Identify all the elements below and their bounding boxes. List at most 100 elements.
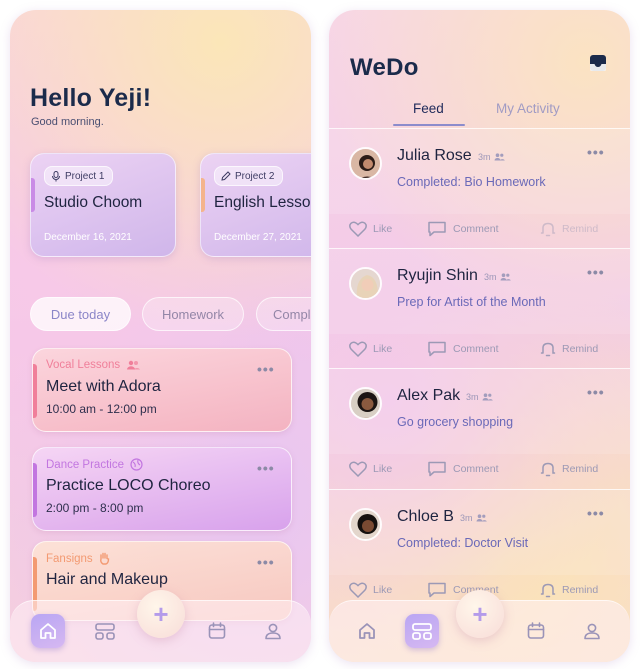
add-button[interactable]: +: [137, 590, 185, 638]
avatar[interactable]: [349, 508, 382, 541]
like-button[interactable]: Like: [349, 582, 392, 598]
tab-feed[interactable]: Feed: [413, 101, 444, 116]
like-button[interactable]: Like: [349, 341, 392, 357]
task-title: Meet with Adora: [46, 378, 161, 395]
task-category-label: Dance Practice: [46, 458, 124, 471]
home-icon: [359, 623, 375, 639]
tab-dashboard[interactable]: [405, 614, 439, 648]
post-meta: 3m: [478, 152, 505, 162]
avatar[interactable]: [349, 387, 382, 420]
tab-my-activity[interactable]: My Activity: [496, 101, 560, 116]
remind-button[interactable]: Remind: [540, 221, 598, 237]
comment-button[interactable]: Comment: [427, 221, 499, 237]
post-author[interactable]: Alex Pak: [397, 387, 460, 405]
feed-screen: WeDo Feed My Activity Julia Rose 3m Comp…: [329, 10, 630, 662]
post-time: 3m: [484, 272, 497, 282]
post-time: 3m: [466, 392, 479, 402]
comment-icon: [428, 341, 446, 357]
filter-chip-homework[interactable]: Homework: [142, 297, 244, 331]
task-category: Dance Practice: [46, 458, 143, 471]
more-options-icon[interactable]: •••: [587, 145, 605, 159]
calendar-icon: [208, 622, 226, 639]
project-tag: Project 2: [214, 166, 284, 186]
tab-home[interactable]: [31, 614, 65, 648]
inbox-icon[interactable]: [589, 54, 607, 72]
tab-calendar[interactable]: [200, 614, 234, 648]
bell-icon: [540, 583, 556, 598]
heart-icon: [349, 582, 367, 598]
hand-icon: [99, 552, 109, 565]
project-card[interactable]: Project 1 Studio Choom December 16, 2021: [30, 153, 176, 257]
task-category: Vocal Lessons: [46, 359, 141, 371]
post-text: Prep for Artist of the Month: [397, 295, 546, 309]
dashboard-icon: [412, 623, 432, 640]
globe-icon: [130, 458, 143, 471]
post-text: Completed: Doctor Visit: [397, 536, 529, 550]
more-options-icon[interactable]: •••: [257, 461, 275, 475]
post-actions: Like Comment Remind: [329, 217, 630, 243]
more-options-icon[interactable]: •••: [587, 385, 605, 399]
post-actions: Like Comment Remind: [329, 337, 630, 363]
task-time: 2:00 pm - 8:00 pm: [46, 501, 144, 515]
comment-icon: [428, 221, 446, 237]
heart-icon: [349, 341, 367, 357]
comment-icon: [428, 582, 446, 598]
post-text: Go grocery shopping: [397, 415, 514, 429]
project-tag-label: Project 1: [65, 170, 105, 182]
task-card[interactable]: Vocal Lessons Meet with Adora 10:00 am -…: [32, 348, 292, 432]
more-options-icon[interactable]: •••: [257, 362, 275, 376]
comment-button[interactable]: Comment: [427, 461, 499, 477]
tab-home[interactable]: [350, 614, 384, 648]
post-actions: Like Comment Remind: [329, 457, 630, 483]
filter-chip-due-today[interactable]: Due today: [30, 297, 131, 331]
remind-button[interactable]: Remind: [540, 461, 598, 477]
project-title: Studio Choom: [44, 194, 143, 211]
group-icon: [127, 360, 141, 370]
like-button[interactable]: Like: [349, 221, 392, 237]
avatar[interactable]: [349, 267, 382, 300]
project-date: December 27, 2021: [214, 232, 302, 243]
task-title: Hair and Makeup: [46, 571, 168, 588]
tab-profile[interactable]: [256, 614, 290, 648]
add-button[interactable]: +: [456, 590, 504, 638]
friends-icon: [476, 514, 487, 522]
comment-button[interactable]: Comment: [427, 341, 499, 357]
remind-button[interactable]: Remind: [540, 341, 598, 357]
more-options-icon[interactable]: •••: [587, 506, 605, 520]
task-card[interactable]: Dance Practice Practice LOCO Choreo 2:00…: [32, 447, 292, 531]
tab-profile[interactable]: [575, 614, 609, 648]
greeting-subtitle: Good morning.: [31, 116, 104, 128]
feed-post: Alex Pak 3m Go grocery shopping ••• Like…: [329, 368, 630, 488]
tab-calendar[interactable]: [519, 614, 553, 648]
heart-icon: [349, 221, 367, 237]
post-text: Completed: Bio Homework: [397, 175, 546, 189]
project-tag: Project 1: [44, 166, 114, 186]
project-accent: [201, 178, 205, 212]
task-category-label: Vocal Lessons: [46, 359, 121, 371]
project-card[interactable]: Project 2 English Lesson December 27, 20…: [200, 153, 311, 257]
friends-icon: [494, 153, 505, 161]
more-options-icon[interactable]: •••: [257, 555, 275, 569]
task-category: Fansigns: [46, 552, 110, 565]
filter-chip-completed[interactable]: Completed: [256, 297, 311, 331]
like-button[interactable]: Like: [349, 461, 392, 477]
remind-button[interactable]: Remind: [540, 582, 598, 598]
feed-post: Julia Rose 3m Completed: Bio Homework ••…: [329, 128, 630, 248]
task-accent: [33, 463, 37, 517]
task-title: Practice LOCO Choreo: [46, 477, 211, 494]
project-accent: [31, 178, 35, 212]
comment-icon: [428, 461, 446, 477]
avatar[interactable]: [349, 147, 382, 180]
task-accent: [33, 364, 37, 418]
tab-dashboard[interactable]: [88, 614, 122, 648]
post-author[interactable]: Chloe B: [397, 508, 454, 526]
bell-icon: [540, 222, 556, 237]
post-author[interactable]: Julia Rose: [397, 147, 472, 165]
greeting-title: Hello Yeji!: [30, 84, 152, 112]
pencil-icon: [221, 171, 231, 181]
post-time: 3m: [460, 513, 473, 523]
more-options-icon[interactable]: •••: [587, 265, 605, 279]
profile-icon: [265, 623, 281, 640]
post-author[interactable]: Ryujin Shin: [397, 267, 478, 285]
heart-icon: [349, 461, 367, 477]
